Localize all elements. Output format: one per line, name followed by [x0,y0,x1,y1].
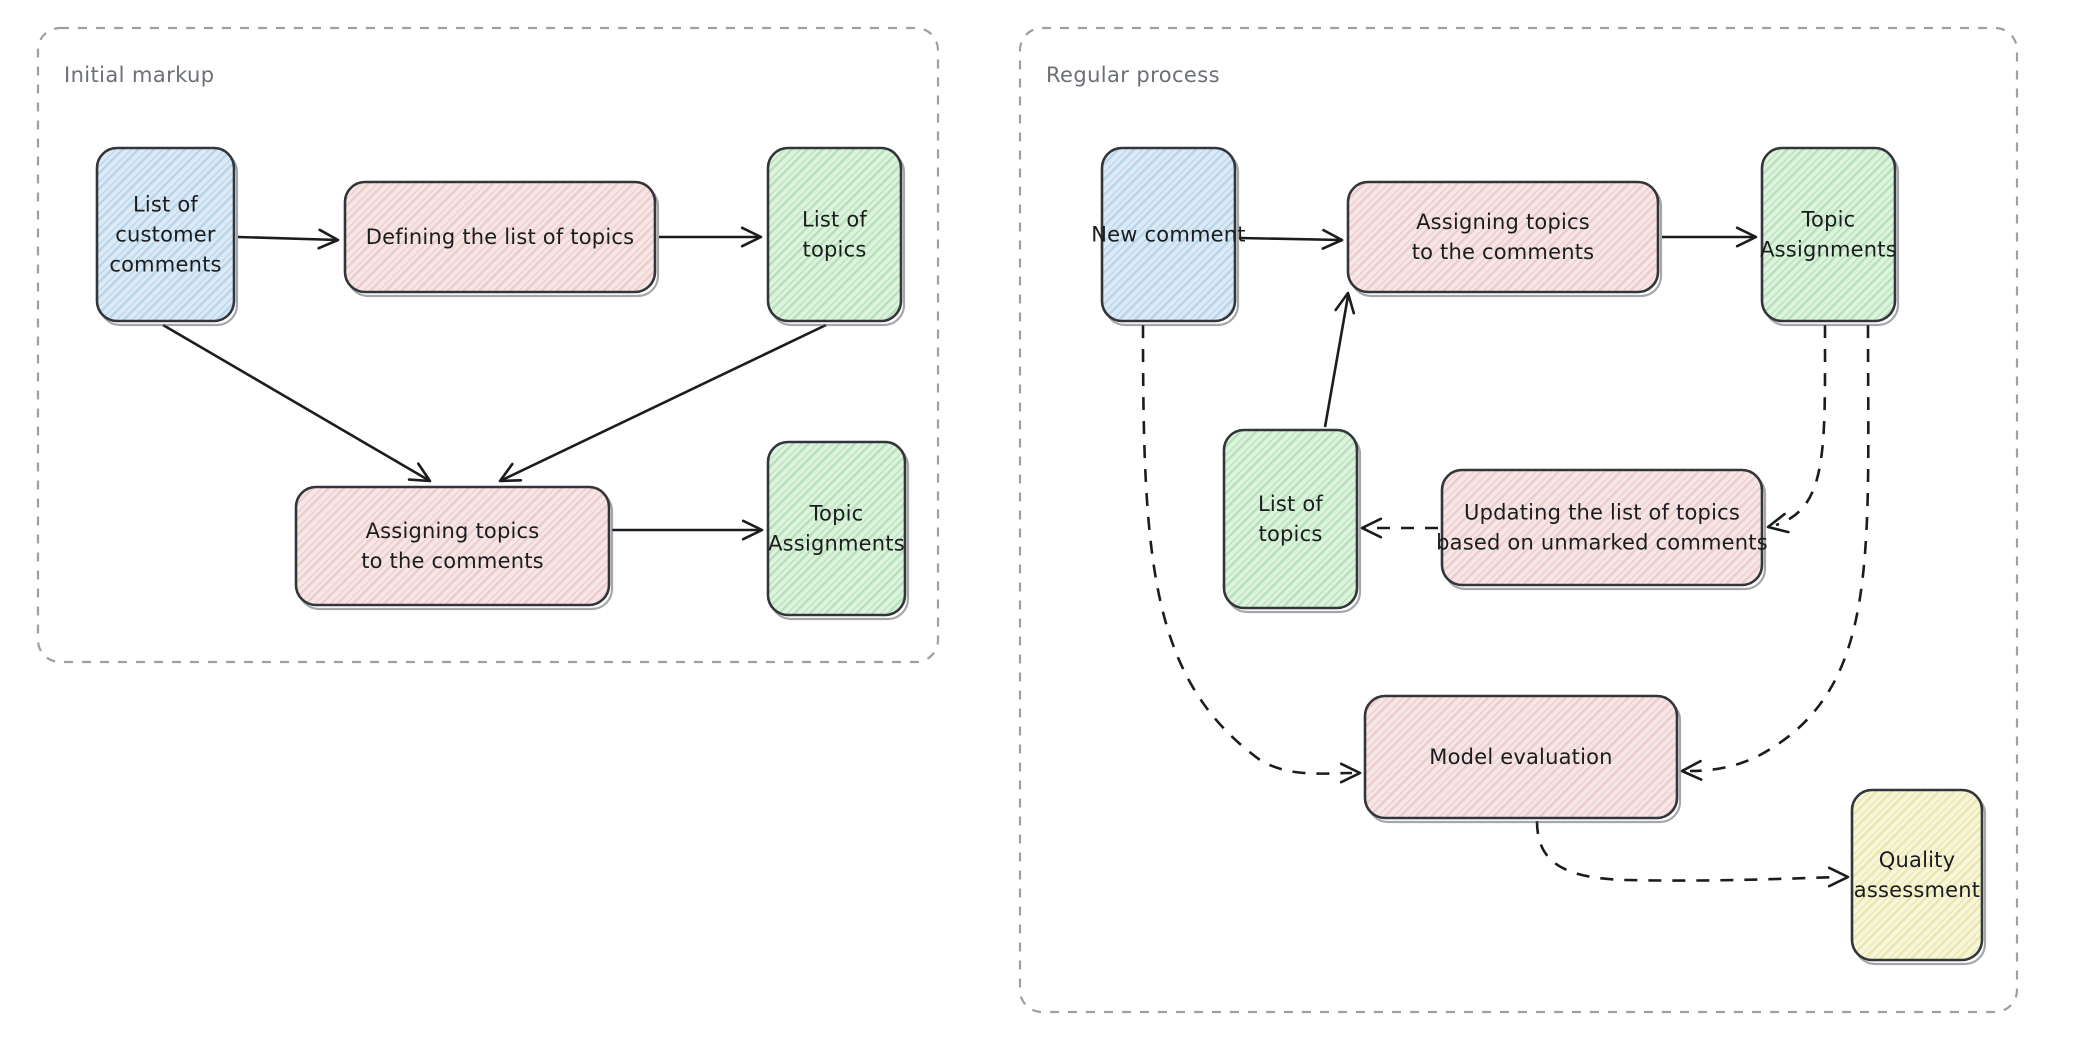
node-model-evaluation[interactable]: Model evaluation [1363,694,1682,824]
group-labels: Initial markup Regular process [64,63,1220,87]
node-list-of-topics-right[interactable]: List of topics [1222,428,1362,614]
group-label-initial-markup: Initial markup [64,63,215,87]
node-shape-green [1222,428,1359,610]
node-label: Assigning topics [1416,210,1590,234]
edge-model-evaluation-to-quality-assessment [1535,820,1841,882]
node-shape-pink [294,485,611,607]
node-assigning-topics-to-the-comments-right[interactable]: Assigning topics to the comments [1346,180,1663,298]
node-label: Assignments [1760,238,1897,262]
node-label: based on unmarked comments [1436,531,1768,555]
node-label: to the comments [1412,240,1595,264]
node-defining-the-list-of-topics[interactable]: Defining the list of topics [343,180,660,298]
node-assigning-topics-to-the-comments-left[interactable]: Assigning topics to the comments [294,485,614,611]
node-topic-assignments-left[interactable]: Topic Assignments [766,440,910,621]
edge-new-comment-to-assigning-topics-to-the-comments-right [1238,236,1343,242]
edge-topic-assignments-right-to-updating-the-list-of-topics [1775,324,1827,527]
diagram-canvas: List of customer comments Defining the list… [0,0,2078,1054]
node-shape-pink [1346,180,1660,294]
nodes: List of customer comments Defining the list… [95,146,1987,966]
node-list-of-customer-comments[interactable]: List of customer comments [95,146,239,327]
node-topic-assignments-right[interactable]: Topic Assignments [1760,146,1900,327]
node-quality-assessment[interactable]: Quality assessment [1850,788,1987,966]
node-new-comment[interactable]: New comment [1091,146,1246,327]
flow-diagram: List of customer comments Defining the list… [36,26,2019,1014]
edge-list-of-customer-comments-to-assigning-topics-to-the-comments-left [162,323,431,483]
node-label: assessment [1854,878,1980,902]
node-label: topics [1259,522,1323,546]
node-shape-green [1760,146,1897,323]
edge-list-of-topics-right-to-assigning-topics-to-the-comments-right [1323,295,1350,428]
node-label: New comment [1091,223,1245,247]
node-shape-green [766,440,907,617]
node-label: Topic [1801,208,1856,232]
node-label: List of [133,193,198,217]
arrowhead-icon [1827,866,1850,888]
node-shape-pink [1440,468,1764,587]
arrowhead-icon [407,462,432,483]
node-label: Quality [1879,848,1955,872]
node-label: Model evaluation [1429,745,1612,769]
node-label: to the comments [361,549,544,573]
edge-list-of-customer-comments-to-defining-the-list-of-topics [237,235,339,242]
node-shape-green [766,146,903,323]
node-updating-the-list-of-topics[interactable]: Updating the list of topics based on unma… [1436,468,1768,591]
node-list-of-topics-left[interactable]: List of topics [766,146,906,327]
node-label: Assigning topics [366,519,540,543]
node-label: List of [1258,492,1323,516]
node-label: Updating the list of topics [1464,501,1740,525]
node-label: Defining the list of topics [366,225,634,249]
node-label: customer [115,223,216,247]
node-label: comments [109,253,221,277]
node-shape-yellow [1850,788,1984,962]
group-label-regular-process: Regular process [1046,63,1220,87]
node-label: Topic [809,502,864,526]
node-label: topics [803,238,867,262]
node-label: Assignments [768,532,905,556]
node-label: List of [802,208,867,232]
